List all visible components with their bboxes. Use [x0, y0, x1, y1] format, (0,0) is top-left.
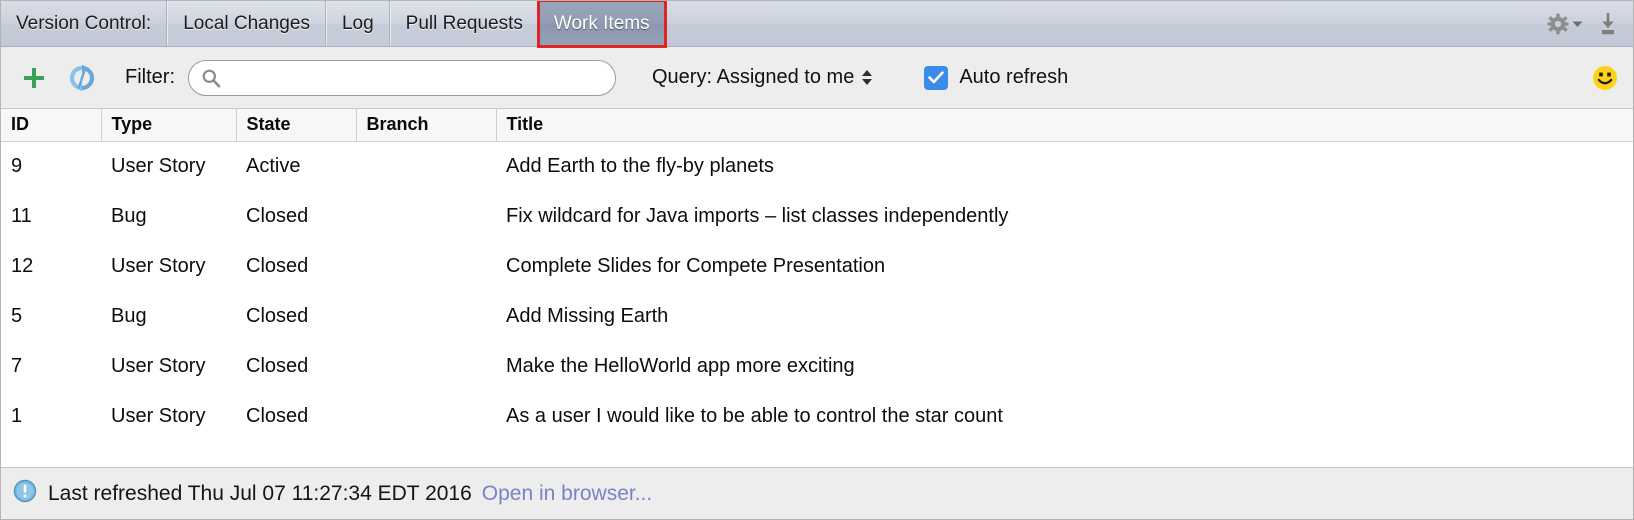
status-message: Last refreshed Thu Jul 07 11:27:34 EDT 2…: [48, 481, 472, 505]
tab-bar-actions: [1537, 1, 1633, 46]
cell-title: Fix wildcard for Java imports – list cla…: [496, 191, 1633, 241]
cell-title: As a user I would like to be able to con…: [496, 391, 1633, 441]
filter-search-field[interactable]: [188, 59, 616, 96]
column-header-title[interactable]: Title: [495, 109, 1633, 142]
cell-id: 12: [1, 241, 101, 291]
work-items-table-area: ID Type State Branch Title 9 User Story …: [1, 109, 1633, 467]
cell-type: User Story: [101, 241, 236, 291]
cell-branch: [356, 141, 496, 191]
cell-branch: [356, 291, 496, 341]
table-header-row: ID Type State Branch Title: [1, 109, 1633, 142]
panel-title-version-control: Version Control:: [1, 1, 168, 46]
column-header-id[interactable]: ID: [1, 109, 101, 142]
cell-title: Add Missing Earth: [496, 291, 1633, 341]
work-items-table: ID Type State Branch Title 9 User Story …: [1, 109, 1633, 441]
tab-local-changes-label: Local Changes: [183, 12, 310, 34]
tab-log[interactable]: Log: [325, 1, 390, 46]
open-in-browser-link[interactable]: Open in browser...: [482, 482, 652, 506]
chevron-down-icon: [1572, 21, 1583, 27]
table-row[interactable]: 11 Bug Closed Fix wildcard for Java impo…: [1, 191, 1633, 241]
gear-icon[interactable]: [1547, 13, 1583, 35]
cell-type: User Story: [101, 141, 236, 191]
version-control-work-items-panel: Version Control: Local Changes Log Pull …: [0, 0, 1634, 520]
cell-state: Closed: [236, 391, 356, 441]
table-row[interactable]: 9 User Story Active Add Earth to the fly…: [1, 141, 1633, 191]
tab-bar-filler: [664, 1, 1537, 46]
cell-state: Closed: [236, 291, 356, 341]
search-icon: [201, 68, 221, 88]
cell-type: Bug: [101, 191, 236, 241]
cell-state: Closed: [236, 241, 356, 291]
tab-log-label: Log: [341, 12, 374, 34]
table-row[interactable]: 5 Bug Closed Add Missing Earth: [1, 291, 1633, 341]
work-items-toolbar: Filter: Query: Assigned to me Auto refre…: [1, 47, 1633, 109]
tab-bar: Version Control: Local Changes Log Pull …: [1, 1, 1633, 48]
cell-state: Closed: [236, 341, 356, 391]
table-body: 9 User Story Active Add Earth to the fly…: [1, 141, 1633, 441]
plus-icon: [24, 67, 44, 88]
tab-pull-requests[interactable]: Pull Requests: [389, 1, 539, 46]
cell-id: 11: [1, 191, 101, 241]
auto-refresh-checkbox[interactable]: Auto refresh: [924, 65, 1069, 90]
query-selector[interactable]: Query: Assigned to me: [652, 66, 873, 89]
tab-work-items-label: Work Items: [553, 12, 650, 34]
cell-branch: [356, 191, 496, 241]
panel-title-label: Version Control:: [16, 12, 152, 34]
checkbox-checked-icon: [924, 65, 949, 90]
cell-type: Bug: [101, 291, 236, 341]
tab-local-changes[interactable]: Local Changes: [167, 1, 326, 46]
up-down-stepper-icon[interactable]: [862, 70, 873, 85]
cell-type: User Story: [101, 341, 236, 391]
cell-branch: [356, 341, 496, 391]
cell-branch: [356, 241, 496, 291]
status-bar: Last refreshed Thu Jul 07 11:27:34 EDT 2…: [1, 467, 1633, 519]
filter-label: Filter:: [125, 66, 175, 88]
cell-id: 9: [1, 141, 101, 191]
cell-title: Complete Slides for Compete Presentation: [496, 241, 1633, 291]
cell-id: 5: [1, 291, 101, 341]
query-selector-label: Query: Assigned to me: [652, 66, 855, 88]
column-header-branch[interactable]: Branch: [355, 109, 496, 142]
cell-state: Closed: [236, 191, 356, 241]
tab-pull-requests-label: Pull Requests: [405, 12, 523, 34]
cell-state: Active: [236, 141, 356, 191]
column-header-state[interactable]: State: [235, 109, 356, 142]
smiley-face-icon[interactable]: [1591, 64, 1619, 92]
auto-refresh-label: Auto refresh: [959, 66, 1069, 88]
cell-id: 1: [1, 391, 101, 441]
refresh-button[interactable]: [65, 61, 99, 95]
table-header: ID Type State Branch Title: [1, 109, 1633, 142]
tab-work-items[interactable]: Work Items: [536, 1, 667, 48]
hide-panel-icon[interactable]: [1597, 12, 1619, 36]
column-header-type[interactable]: Type: [100, 109, 236, 142]
info-icon: [13, 479, 37, 508]
cell-title: Add Earth to the fly-by planets: [496, 141, 1633, 191]
table-row[interactable]: 1 User Story Closed As a user I would li…: [1, 391, 1633, 441]
add-work-item-button[interactable]: [17, 61, 51, 95]
table-row[interactable]: 12 User Story Closed Complete Slides for…: [1, 241, 1633, 291]
table-row[interactable]: 7 User Story Closed Make the HelloWorld …: [1, 341, 1633, 391]
search-input[interactable]: [227, 67, 605, 88]
cell-type: User Story: [101, 391, 236, 441]
cell-title: Make the HelloWorld app more exciting: [496, 341, 1633, 391]
cell-branch: [356, 391, 496, 441]
refresh-icon: [69, 64, 95, 91]
cell-id: 7: [1, 341, 101, 391]
